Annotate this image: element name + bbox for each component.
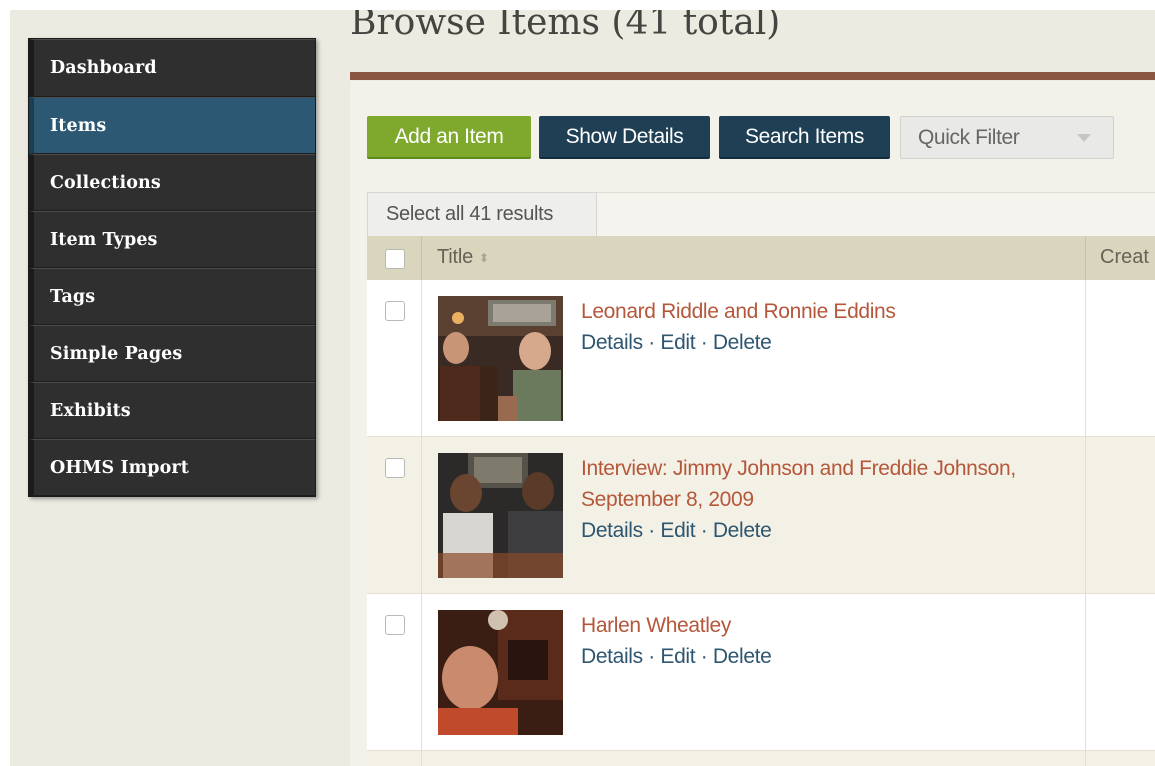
item-thumbnail[interactable] bbox=[438, 453, 563, 578]
sidebar-item-label: Collections bbox=[50, 172, 161, 193]
delete-link[interactable]: Delete bbox=[713, 331, 772, 354]
separator: · bbox=[648, 331, 655, 354]
sidebar-item-label: OHMS Import bbox=[50, 457, 189, 478]
column-header-creator[interactable]: Creat bbox=[1085, 236, 1155, 280]
table-row bbox=[367, 751, 1155, 766]
select-all-checkbox[interactable] bbox=[385, 249, 405, 269]
item-entry: Leonard Riddle and Ronnie Eddins Details… bbox=[581, 296, 1071, 358]
select-all-results[interactable]: Select all 41 results bbox=[367, 192, 597, 236]
column-header-creator-label: Creat bbox=[1100, 246, 1149, 268]
item-title-link[interactable]: Interview: Jimmy Johnson and Freddie Joh… bbox=[581, 453, 1071, 515]
row-checkbox[interactable] bbox=[385, 301, 405, 321]
sort-icon: ⬍ bbox=[479, 250, 489, 265]
sidebar-item-exhibits[interactable]: Exhibits bbox=[29, 382, 315, 439]
details-link[interactable]: Details bbox=[581, 519, 643, 542]
column-header-title[interactable]: Title ⬍ bbox=[437, 246, 489, 269]
item-thumbnail-image bbox=[438, 610, 563, 735]
sidebar-item-label: Simple Pages bbox=[50, 343, 183, 364]
quick-filter-dropdown[interactable]: Quick Filter bbox=[900, 116, 1114, 159]
separator: · bbox=[700, 331, 708, 354]
sidebar-item-items[interactable]: Items bbox=[29, 97, 315, 154]
item-title-link[interactable]: Harlen Wheatley bbox=[581, 610, 1071, 641]
header-checkbox-cell bbox=[367, 236, 422, 280]
delete-link[interactable]: Delete bbox=[713, 519, 772, 542]
page-frame: Dashboard Items Collections Item Types T… bbox=[10, 10, 1155, 766]
item-thumbnail-image bbox=[438, 296, 563, 421]
sidebar-item-label: Item Types bbox=[50, 229, 158, 250]
sidebar-nav: Dashboard Items Collections Item Types T… bbox=[28, 38, 316, 497]
table-row: Interview: Jimmy Johnson and Freddie Joh… bbox=[367, 437, 1155, 594]
sidebar-item-ohms-import[interactable]: OHMS Import bbox=[29, 439, 315, 496]
sidebar-item-dashboard[interactable]: Dashboard bbox=[29, 39, 315, 97]
table-header: Title ⬍ Creat bbox=[367, 236, 1155, 280]
row-creator-cell bbox=[1085, 594, 1155, 750]
select-all-bar bbox=[597, 192, 1155, 237]
item-actions: Details · Edit · Delete bbox=[581, 515, 1071, 546]
item-title-link[interactable]: Leonard Riddle and Ronnie Eddins bbox=[581, 296, 1071, 327]
row-creator-cell bbox=[1085, 751, 1155, 766]
row-creator-cell bbox=[1085, 280, 1155, 436]
add-item-button[interactable]: Add an Item bbox=[367, 116, 531, 159]
separator: · bbox=[700, 519, 708, 542]
row-checkbox-cell bbox=[367, 751, 422, 766]
row-checkbox[interactable] bbox=[385, 458, 405, 478]
edit-link[interactable]: Edit bbox=[660, 519, 695, 542]
sidebar-item-item-types[interactable]: Item Types bbox=[29, 211, 315, 268]
sidebar-item-label: Exhibits bbox=[50, 400, 131, 421]
edit-link[interactable]: Edit bbox=[660, 331, 695, 354]
chevron-down-icon bbox=[1077, 134, 1091, 142]
details-link[interactable]: Details bbox=[581, 645, 643, 668]
sidebar-item-label: Items bbox=[50, 115, 107, 136]
item-actions: Details · Edit · Delete bbox=[581, 641, 1071, 672]
details-link[interactable]: Details bbox=[581, 331, 643, 354]
row-checkbox[interactable] bbox=[385, 615, 405, 635]
item-thumbnail-image bbox=[438, 453, 563, 578]
page-title: Browse Items (41 total) bbox=[350, 10, 781, 43]
table-row: Harlen Wheatley Details · Edit · Delete bbox=[367, 594, 1155, 751]
item-actions: Details · Edit · Delete bbox=[581, 327, 1071, 358]
separator: · bbox=[648, 645, 655, 668]
separator: · bbox=[648, 519, 655, 542]
item-entry: Harlen Wheatley Details · Edit · Delete bbox=[581, 610, 1071, 672]
sidebar-item-tags[interactable]: Tags bbox=[29, 268, 315, 325]
sidebar-item-label: Dashboard bbox=[50, 58, 157, 78]
row-checkbox-cell bbox=[367, 437, 422, 593]
show-details-button[interactable]: Show Details bbox=[539, 116, 710, 159]
item-thumbnail[interactable] bbox=[438, 610, 563, 735]
row-checkbox-cell bbox=[367, 594, 422, 750]
row-checkbox-cell bbox=[367, 280, 422, 436]
edit-link[interactable]: Edit bbox=[660, 645, 695, 668]
sidebar-item-simple-pages[interactable]: Simple Pages bbox=[29, 325, 315, 382]
item-entry: Interview: Jimmy Johnson and Freddie Joh… bbox=[581, 453, 1071, 546]
sidebar-item-label: Tags bbox=[50, 286, 96, 307]
search-items-button[interactable]: Search Items bbox=[719, 116, 890, 159]
column-header-title-label: Title bbox=[437, 246, 474, 268]
sidebar-item-collections[interactable]: Collections bbox=[29, 154, 315, 211]
delete-link[interactable]: Delete bbox=[713, 645, 772, 668]
title-divider bbox=[350, 72, 1155, 80]
separator: · bbox=[700, 645, 708, 668]
item-thumbnail[interactable] bbox=[438, 296, 563, 421]
quick-filter-label: Quick Filter bbox=[918, 125, 1020, 149]
row-creator-cell bbox=[1085, 437, 1155, 593]
table-row: Leonard Riddle and Ronnie Eddins Details… bbox=[367, 280, 1155, 437]
